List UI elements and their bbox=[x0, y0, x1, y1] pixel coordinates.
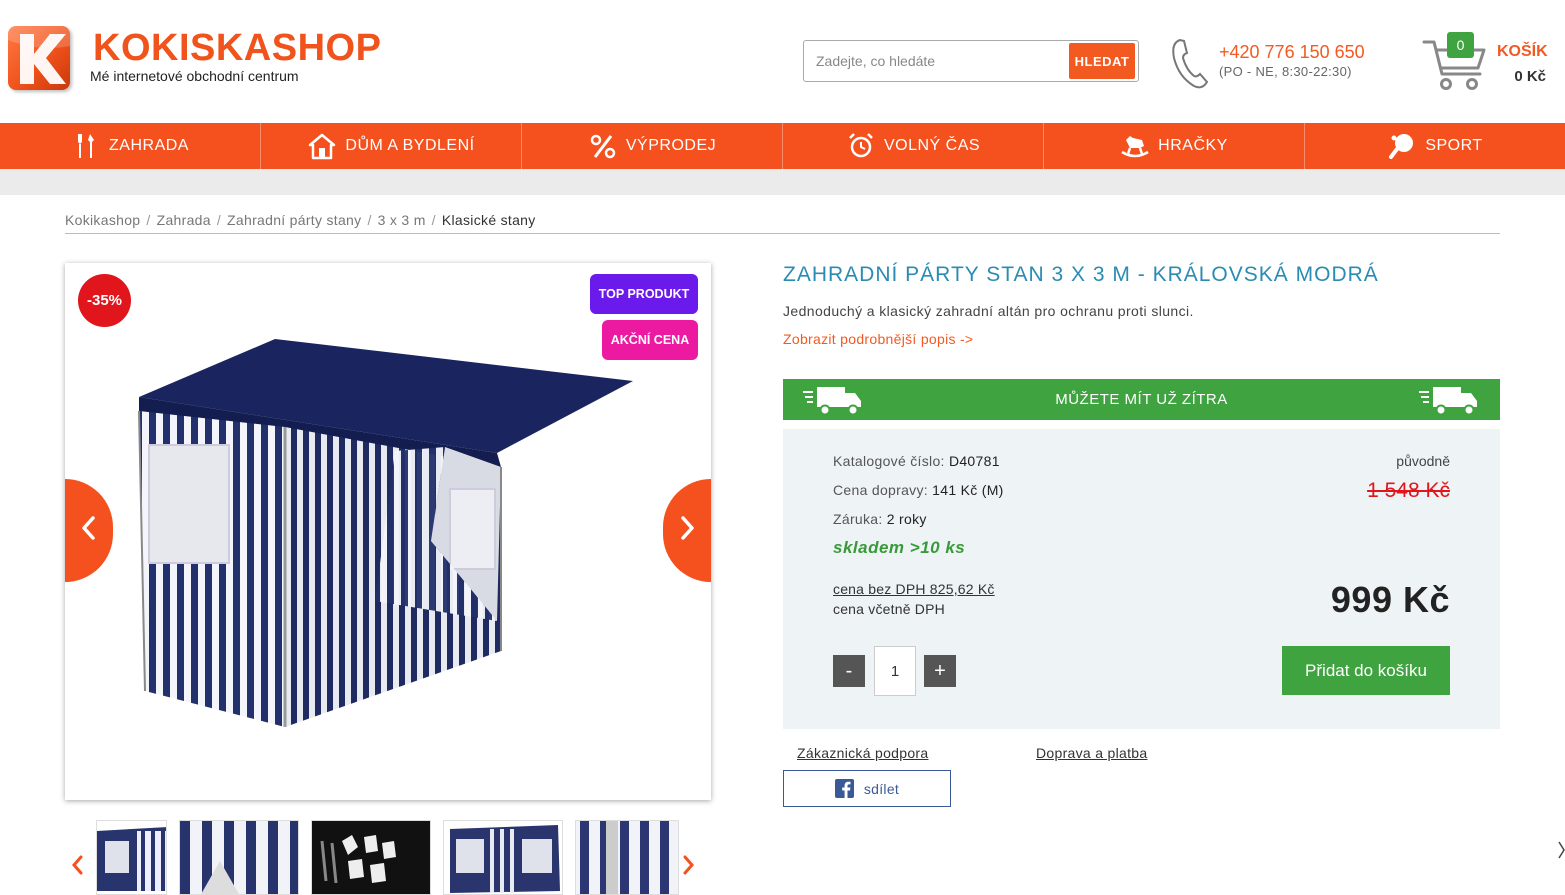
rocking-horse-icon bbox=[1120, 132, 1150, 160]
facebook-share-button[interactable]: sdílet bbox=[783, 770, 951, 807]
action-price-badge: AKČNÍ CENA bbox=[602, 320, 698, 360]
logo-icon[interactable] bbox=[8, 26, 70, 90]
nav-item-zahrada[interactable]: ZAHRADA bbox=[0, 123, 260, 169]
quantity-decrease-button[interactable]: - bbox=[833, 655, 865, 687]
top-product-badge: TOP PRODUKT bbox=[590, 274, 698, 314]
quantity-input[interactable] bbox=[874, 646, 916, 696]
breadcrumb-item[interactable]: 3 x 3 m bbox=[378, 212, 426, 228]
thumbnail[interactable] bbox=[443, 820, 563, 895]
nav-shadow-band bbox=[0, 169, 1565, 195]
cart-label[interactable]: KOŠÍK bbox=[1497, 43, 1548, 61]
nav-item-vyprodej[interactable]: VÝPRODEJ bbox=[521, 123, 782, 169]
product-gallery: -35% TOP PRODUKT AKČNÍ CENA bbox=[65, 263, 711, 800]
search-input[interactable] bbox=[804, 41, 1066, 81]
thumb-next-icon[interactable] bbox=[681, 854, 695, 881]
phone-hours: (PO - NE, 8:30-22:30) bbox=[1219, 64, 1352, 79]
scrollbar[interactable] bbox=[1557, 840, 1565, 860]
current-price: 999 Kč bbox=[1330, 579, 1450, 620]
truck-icon bbox=[803, 383, 865, 421]
house-icon bbox=[307, 132, 337, 160]
nav-label: VOLNÝ ČAS bbox=[883, 137, 981, 154]
thumbnail[interactable] bbox=[575, 820, 679, 895]
thumb-prev-icon[interactable] bbox=[71, 854, 85, 881]
nav-label: VÝPRODEJ bbox=[625, 137, 717, 154]
nav-item-sport[interactable]: SPORT bbox=[1304, 123, 1565, 169]
share-label: sdílet bbox=[863, 780, 900, 797]
delivery-text: MŮŽETE MÍT UŽ ZÍTRA bbox=[1055, 391, 1228, 408]
original-price-label: původně bbox=[1396, 453, 1450, 469]
main-nav: ZAHRADA DŮM A BYDLENÍ VÝPRODEJ VOLNÝ ČAS… bbox=[0, 123, 1565, 169]
thumbnail[interactable] bbox=[311, 820, 431, 895]
thumbnail[interactable] bbox=[179, 820, 299, 895]
stock-status: skladem >10 ks bbox=[833, 538, 966, 557]
breadcrumb-item[interactable]: Kokikashop bbox=[65, 212, 140, 228]
cart-count-badge[interactable]: 0 bbox=[1447, 32, 1474, 58]
nav-item-volny-cas[interactable]: VOLNÝ ČAS bbox=[782, 123, 1043, 169]
quantity-increase-button[interactable]: + bbox=[924, 655, 956, 687]
gallery-prev-button[interactable] bbox=[65, 479, 113, 582]
add-to-cart-button[interactable]: Přidat do košíku bbox=[1282, 646, 1450, 695]
product-short-description: Jednoduchý a klasický zahradní altán pro… bbox=[783, 303, 1194, 319]
thumbnail-strip bbox=[65, 818, 711, 895]
original-price: 1 548 Kč bbox=[1367, 479, 1450, 502]
logo-tagline: Mé internetové obchodní centrum bbox=[90, 68, 299, 84]
alarm-clock-icon bbox=[846, 132, 876, 160]
nav-label: ZAHRADA bbox=[109, 137, 189, 154]
search-box: HLEDAT bbox=[803, 40, 1139, 82]
nav-label: DŮM A BYDLENÍ bbox=[345, 137, 475, 154]
chevron-right-icon bbox=[677, 514, 697, 547]
nav-label: SPORT bbox=[1425, 137, 1483, 154]
cart-total: 0 Kč bbox=[1514, 68, 1546, 85]
garden-tools-icon bbox=[71, 132, 101, 160]
shipping-payment-link[interactable]: Doprava a platba bbox=[1036, 745, 1147, 761]
price-without-vat[interactable]: cena bez DPH 825,62 Kč bbox=[833, 581, 995, 597]
nav-item-hracky[interactable]: HRAČKY bbox=[1043, 123, 1304, 169]
catalog-number: Katalogové číslo: D40781 bbox=[833, 453, 1000, 469]
customer-support-link[interactable]: Zákaznická podpora bbox=[797, 745, 928, 761]
phone-icon bbox=[1170, 36, 1210, 95]
phone-number[interactable]: +420 776 150 650 bbox=[1219, 42, 1365, 63]
ping-pong-icon bbox=[1387, 132, 1417, 160]
product-image[interactable] bbox=[135, 331, 635, 731]
breadcrumb-item[interactable]: Zahrada bbox=[157, 212, 211, 228]
chevron-left-icon bbox=[79, 514, 99, 547]
gallery-next-button[interactable] bbox=[663, 479, 711, 582]
nav-item-dum-a-bydleni[interactable]: DŮM A BYDLENÍ bbox=[260, 123, 521, 169]
discount-badge: -35% bbox=[78, 274, 131, 327]
logo-name[interactable]: KOKISKASHOP bbox=[93, 26, 381, 70]
product-title: ZAHRADNÍ PÁRTY STAN 3 X 3 M - KRÁLOVSKÁ … bbox=[783, 263, 1379, 286]
breadcrumb: Kokikashop / Zahrada / Zahradní párty stan… bbox=[65, 212, 1500, 234]
shipping-cost: Cena dopravy: 141 Kč (M) bbox=[833, 482, 1004, 498]
facebook-icon bbox=[834, 779, 854, 798]
percent-icon bbox=[588, 132, 618, 160]
search-button[interactable]: HLEDAT bbox=[1069, 43, 1135, 79]
nav-label: HRAČKY bbox=[1158, 137, 1228, 154]
delivery-banner: MŮŽETE MÍT UŽ ZÍTRA bbox=[783, 379, 1500, 420]
truck-icon bbox=[1419, 383, 1481, 421]
price-box: Katalogové číslo: D40781 Cena dopravy: 1… bbox=[783, 429, 1500, 729]
price-with-vat-label: cena včetně DPH bbox=[833, 601, 945, 617]
warranty: Záruka: 2 roky bbox=[833, 511, 927, 527]
site-header: KOKISKASHOP Mé internetové obchodní cent… bbox=[0, 0, 1565, 123]
breadcrumb-item[interactable]: Zahradní párty stany bbox=[227, 212, 361, 228]
thumbnail[interactable] bbox=[96, 820, 167, 895]
more-description-link[interactable]: Zobrazit podrobnější popis -> bbox=[783, 331, 973, 347]
breadcrumb-current: Klasické stany bbox=[441, 212, 536, 228]
